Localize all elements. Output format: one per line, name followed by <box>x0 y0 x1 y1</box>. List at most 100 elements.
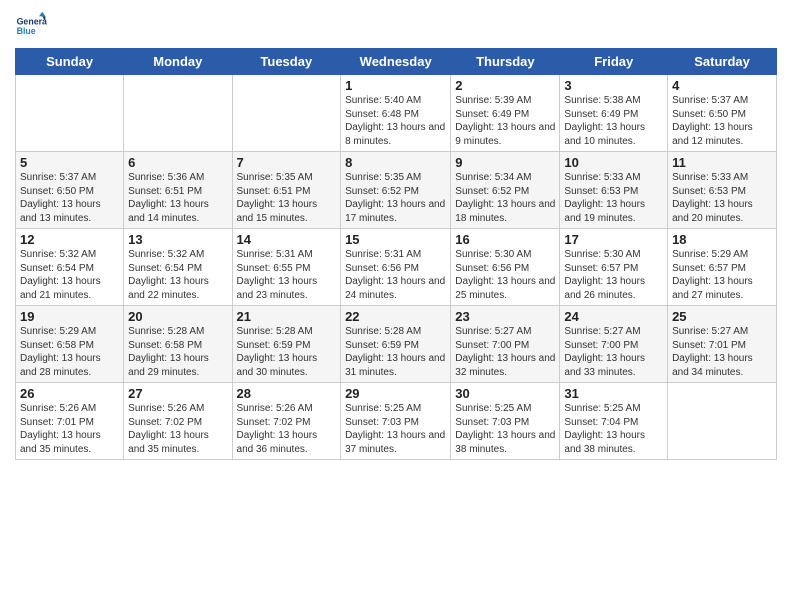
day-info: Sunrise: 5:31 AM Sunset: 6:56 PM Dayligh… <box>345 248 446 302</box>
calendar-header-row: SundayMondayTuesdayWednesdayThursdayFrid… <box>16 49 777 75</box>
calendar-cell: 23Sunrise: 5:27 AM Sunset: 7:00 PM Dayli… <box>451 306 560 383</box>
day-of-week-header: Saturday <box>668 49 777 75</box>
calendar-cell: 20Sunrise: 5:28 AM Sunset: 6:58 PM Dayli… <box>124 306 232 383</box>
day-info: Sunrise: 5:36 AM Sunset: 6:51 PM Dayligh… <box>128 171 227 225</box>
day-info: Sunrise: 5:38 AM Sunset: 6:49 PM Dayligh… <box>564 94 663 148</box>
day-number: 25 <box>672 309 772 324</box>
day-number: 1 <box>345 78 446 93</box>
day-number: 15 <box>345 232 446 247</box>
day-info: Sunrise: 5:33 AM Sunset: 6:53 PM Dayligh… <box>672 171 772 225</box>
day-of-week-header: Friday <box>560 49 668 75</box>
calendar-cell: 30Sunrise: 5:25 AM Sunset: 7:03 PM Dayli… <box>451 383 560 460</box>
day-info: Sunrise: 5:28 AM Sunset: 6:59 PM Dayligh… <box>237 325 337 379</box>
calendar-cell: 15Sunrise: 5:31 AM Sunset: 6:56 PM Dayli… <box>341 229 451 306</box>
calendar-cell: 27Sunrise: 5:26 AM Sunset: 7:02 PM Dayli… <box>124 383 232 460</box>
calendar-cell: 29Sunrise: 5:25 AM Sunset: 7:03 PM Dayli… <box>341 383 451 460</box>
logo: General Blue <box>15 10 47 42</box>
day-info: Sunrise: 5:29 AM Sunset: 6:57 PM Dayligh… <box>672 248 772 302</box>
day-info: Sunrise: 5:26 AM Sunset: 7:02 PM Dayligh… <box>237 402 337 456</box>
calendar-cell: 28Sunrise: 5:26 AM Sunset: 7:02 PM Dayli… <box>232 383 341 460</box>
day-number: 4 <box>672 78 772 93</box>
day-info: Sunrise: 5:35 AM Sunset: 6:51 PM Dayligh… <box>237 171 337 225</box>
day-info: Sunrise: 5:29 AM Sunset: 6:58 PM Dayligh… <box>20 325 119 379</box>
logo-icon: General Blue <box>15 10 47 42</box>
day-number: 21 <box>237 309 337 324</box>
day-info: Sunrise: 5:35 AM Sunset: 6:52 PM Dayligh… <box>345 171 446 225</box>
day-info: Sunrise: 5:40 AM Sunset: 6:48 PM Dayligh… <box>345 94 446 148</box>
calendar-cell: 18Sunrise: 5:29 AM Sunset: 6:57 PM Dayli… <box>668 229 777 306</box>
calendar-cell: 25Sunrise: 5:27 AM Sunset: 7:01 PM Dayli… <box>668 306 777 383</box>
calendar-cell: 22Sunrise: 5:28 AM Sunset: 6:59 PM Dayli… <box>341 306 451 383</box>
day-number: 23 <box>455 309 555 324</box>
day-info: Sunrise: 5:30 AM Sunset: 6:57 PM Dayligh… <box>564 248 663 302</box>
day-info: Sunrise: 5:33 AM Sunset: 6:53 PM Dayligh… <box>564 171 663 225</box>
day-info: Sunrise: 5:26 AM Sunset: 7:01 PM Dayligh… <box>20 402 119 456</box>
calendar-cell: 16Sunrise: 5:30 AM Sunset: 6:56 PM Dayli… <box>451 229 560 306</box>
day-number: 22 <box>345 309 446 324</box>
day-info: Sunrise: 5:30 AM Sunset: 6:56 PM Dayligh… <box>455 248 555 302</box>
day-number: 17 <box>564 232 663 247</box>
calendar-cell: 6Sunrise: 5:36 AM Sunset: 6:51 PM Daylig… <box>124 152 232 229</box>
svg-text:General: General <box>17 16 47 26</box>
day-number: 14 <box>237 232 337 247</box>
calendar-cell: 14Sunrise: 5:31 AM Sunset: 6:55 PM Dayli… <box>232 229 341 306</box>
day-info: Sunrise: 5:28 AM Sunset: 6:59 PM Dayligh… <box>345 325 446 379</box>
day-number: 24 <box>564 309 663 324</box>
day-info: Sunrise: 5:32 AM Sunset: 6:54 PM Dayligh… <box>128 248 227 302</box>
svg-text:Blue: Blue <box>17 26 36 36</box>
calendar-cell: 9Sunrise: 5:34 AM Sunset: 6:52 PM Daylig… <box>451 152 560 229</box>
day-info: Sunrise: 5:28 AM Sunset: 6:58 PM Dayligh… <box>128 325 227 379</box>
day-number: 29 <box>345 386 446 401</box>
day-info: Sunrise: 5:31 AM Sunset: 6:55 PM Dayligh… <box>237 248 337 302</box>
calendar-cell: 1Sunrise: 5:40 AM Sunset: 6:48 PM Daylig… <box>341 75 451 152</box>
calendar-cell: 11Sunrise: 5:33 AM Sunset: 6:53 PM Dayli… <box>668 152 777 229</box>
day-number: 26 <box>20 386 119 401</box>
day-number: 27 <box>128 386 227 401</box>
day-number: 5 <box>20 155 119 170</box>
day-number: 12 <box>20 232 119 247</box>
calendar-cell: 24Sunrise: 5:27 AM Sunset: 7:00 PM Dayli… <box>560 306 668 383</box>
day-info: Sunrise: 5:25 AM Sunset: 7:04 PM Dayligh… <box>564 402 663 456</box>
day-of-week-header: Wednesday <box>341 49 451 75</box>
day-number: 18 <box>672 232 772 247</box>
calendar-cell: 7Sunrise: 5:35 AM Sunset: 6:51 PM Daylig… <box>232 152 341 229</box>
calendar-cell: 26Sunrise: 5:26 AM Sunset: 7:01 PM Dayli… <box>16 383 124 460</box>
day-of-week-header: Thursday <box>451 49 560 75</box>
day-of-week-header: Monday <box>124 49 232 75</box>
calendar-cell: 4Sunrise: 5:37 AM Sunset: 6:50 PM Daylig… <box>668 75 777 152</box>
calendar-cell <box>232 75 341 152</box>
day-info: Sunrise: 5:25 AM Sunset: 7:03 PM Dayligh… <box>455 402 555 456</box>
day-number: 2 <box>455 78 555 93</box>
day-info: Sunrise: 5:25 AM Sunset: 7:03 PM Dayligh… <box>345 402 446 456</box>
day-info: Sunrise: 5:27 AM Sunset: 7:00 PM Dayligh… <box>455 325 555 379</box>
day-number: 10 <box>564 155 663 170</box>
day-of-week-header: Sunday <box>16 49 124 75</box>
day-info: Sunrise: 5:34 AM Sunset: 6:52 PM Dayligh… <box>455 171 555 225</box>
calendar-cell: 10Sunrise: 5:33 AM Sunset: 6:53 PM Dayli… <box>560 152 668 229</box>
day-number: 8 <box>345 155 446 170</box>
calendar-cell <box>668 383 777 460</box>
calendar-week-row: 26Sunrise: 5:26 AM Sunset: 7:01 PM Dayli… <box>16 383 777 460</box>
calendar-cell: 3Sunrise: 5:38 AM Sunset: 6:49 PM Daylig… <box>560 75 668 152</box>
day-number: 7 <box>237 155 337 170</box>
day-number: 9 <box>455 155 555 170</box>
calendar-cell: 8Sunrise: 5:35 AM Sunset: 6:52 PM Daylig… <box>341 152 451 229</box>
calendar-cell: 19Sunrise: 5:29 AM Sunset: 6:58 PM Dayli… <box>16 306 124 383</box>
day-number: 30 <box>455 386 555 401</box>
day-info: Sunrise: 5:37 AM Sunset: 6:50 PM Dayligh… <box>20 171 119 225</box>
calendar-cell: 31Sunrise: 5:25 AM Sunset: 7:04 PM Dayli… <box>560 383 668 460</box>
calendar-cell: 2Sunrise: 5:39 AM Sunset: 6:49 PM Daylig… <box>451 75 560 152</box>
calendar-cell <box>16 75 124 152</box>
day-number: 13 <box>128 232 227 247</box>
day-of-week-header: Tuesday <box>232 49 341 75</box>
day-number: 6 <box>128 155 227 170</box>
calendar-cell: 21Sunrise: 5:28 AM Sunset: 6:59 PM Dayli… <box>232 306 341 383</box>
day-number: 19 <box>20 309 119 324</box>
day-info: Sunrise: 5:27 AM Sunset: 7:01 PM Dayligh… <box>672 325 772 379</box>
day-info: Sunrise: 5:27 AM Sunset: 7:00 PM Dayligh… <box>564 325 663 379</box>
day-info: Sunrise: 5:32 AM Sunset: 6:54 PM Dayligh… <box>20 248 119 302</box>
day-number: 28 <box>237 386 337 401</box>
calendar-cell: 13Sunrise: 5:32 AM Sunset: 6:54 PM Dayli… <box>124 229 232 306</box>
calendar: SundayMondayTuesdayWednesdayThursdayFrid… <box>15 48 777 460</box>
calendar-cell: 17Sunrise: 5:30 AM Sunset: 6:57 PM Dayli… <box>560 229 668 306</box>
